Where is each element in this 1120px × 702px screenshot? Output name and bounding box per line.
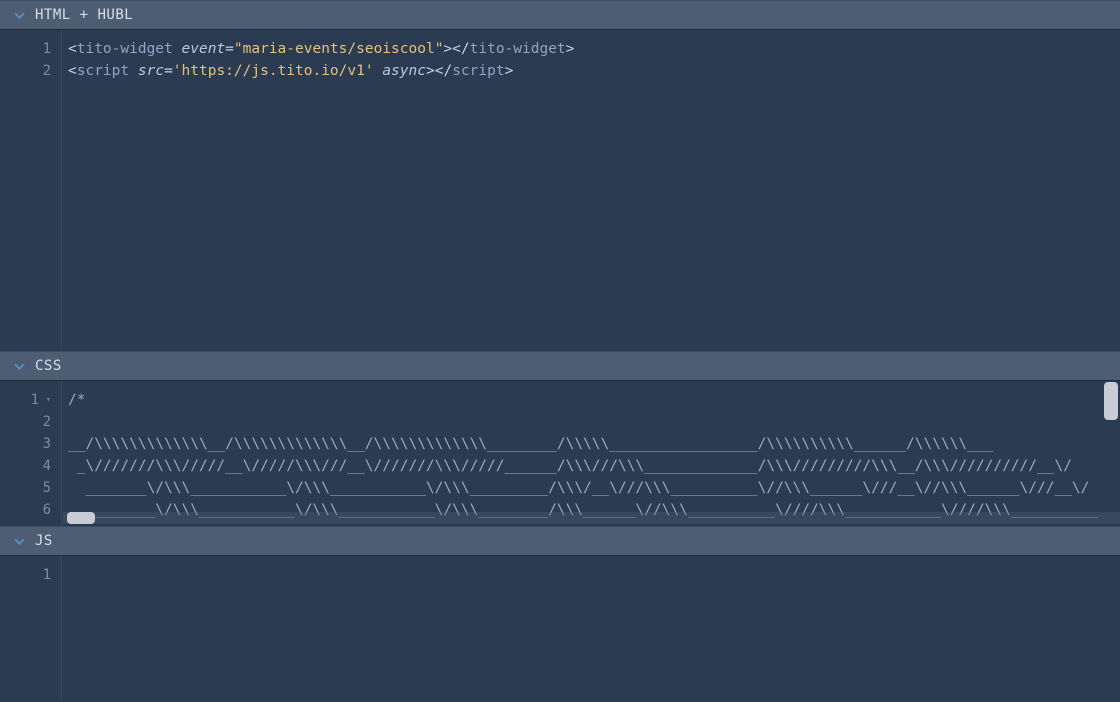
- code-area-html[interactable]: <tito-widget event="maria-events/seoisco…: [62, 30, 1120, 351]
- panel-title-html: HTML + HUBL: [35, 7, 133, 23]
- line-number: 2: [0, 411, 61, 433]
- line-number: 1: [0, 38, 61, 60]
- editor-js[interactable]: 1: [0, 556, 1120, 700]
- panel-header-js[interactable]: JS: [0, 526, 1120, 556]
- panel-header-html[interactable]: HTML + HUBL: [0, 0, 1120, 30]
- line-number: 4: [0, 455, 61, 477]
- line-number: 5: [0, 477, 61, 499]
- gutter-css: 1▾ 2 3 4 5 6: [0, 381, 62, 526]
- line-number: 1▾: [0, 389, 61, 411]
- horizontal-scrollbar[interactable]: [63, 512, 1120, 524]
- scrollbar-thumb[interactable]: [67, 512, 95, 524]
- code-area-css[interactable]: /* __/\\\\\\\\\\\\\__/\\\\\\\\\\\\\__/\\…: [62, 381, 1120, 526]
- gutter-js: 1: [0, 556, 62, 700]
- chevron-down-icon: [14, 361, 25, 372]
- code-line: _\///////\\\/////__\/////\\\///__\//////…: [68, 458, 1072, 474]
- editor-html[interactable]: 1 2 <tito-widget event="maria-events/seo…: [0, 30, 1120, 351]
- code-area-js[interactable]: [62, 556, 1120, 700]
- vertical-scrollbar-thumb[interactable]: [1104, 382, 1118, 420]
- fold-marker-icon[interactable]: ▾: [43, 395, 51, 405]
- chevron-down-icon: [14, 10, 25, 21]
- line-number: 3: [0, 433, 61, 455]
- line-number: 2: [0, 60, 61, 82]
- line-number: 1: [0, 564, 61, 586]
- editor-css[interactable]: 1▾ 2 3 4 5 6 /* __/\\\\\\\\\\\\\__/\\\\\…: [0, 381, 1120, 526]
- code-line: /*: [68, 392, 85, 408]
- panel-header-css[interactable]: CSS: [0, 351, 1120, 381]
- chevron-down-icon: [14, 536, 25, 547]
- code-line: _______\/\\\___________\/\\\___________\…: [68, 480, 1089, 496]
- panel-title-css: CSS: [35, 358, 62, 374]
- gutter-html: 1 2: [0, 30, 62, 351]
- panel-title-js: JS: [35, 533, 53, 549]
- line-number: 6: [0, 499, 61, 521]
- code-line: __/\\\\\\\\\\\\\__/\\\\\\\\\\\\\__/\\\\\…: [68, 436, 993, 452]
